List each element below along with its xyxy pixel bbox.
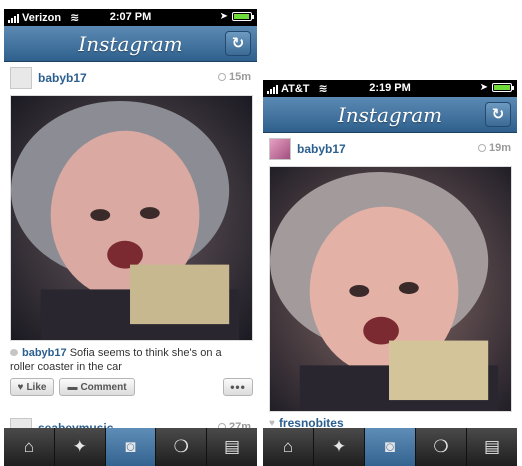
- tab-camera[interactable]: ◙: [105, 428, 157, 466]
- location-icon: ➤: [479, 82, 488, 93]
- post-photo[interactable]: [269, 166, 512, 412]
- news-icon: ❍: [173, 437, 189, 456]
- clock-icon: [217, 73, 226, 81]
- like-label: Like: [26, 381, 47, 393]
- avatar[interactable]: [10, 67, 32, 89]
- tab-bar: ⌂ ✦ ◙ ❍ ▤: [4, 428, 257, 466]
- comment-button[interactable]: ▬ Comment: [59, 378, 135, 396]
- status-right: ➤: [219, 11, 254, 22]
- profile-icon: ▤: [224, 437, 241, 456]
- post-header: babyb17 15m: [4, 63, 257, 93]
- avatar[interactable]: [269, 138, 291, 160]
- comment-icon: ▬: [67, 381, 78, 393]
- nav-bar: Instagram ↻: [4, 26, 257, 62]
- profile-icon: ▤: [483, 437, 501, 456]
- post-time: 19m: [477, 142, 511, 154]
- home-icon: ⌂: [282, 437, 294, 456]
- caption-username[interactable]: babyb17: [22, 347, 67, 359]
- post-time-text: 19m: [488, 142, 511, 154]
- next-post-time-text: 27m: [228, 421, 251, 428]
- tab-home[interactable]: ⌂: [4, 428, 55, 466]
- post-actions: ♥ Like ▬ Comment •••: [10, 378, 253, 400]
- post-caption: babyb17 Sofia seems to think she's on a …: [10, 346, 240, 374]
- status-bar: AT&T ≋ 2:19 PM ➤: [263, 80, 517, 97]
- heart-icon: ♥: [17, 381, 24, 393]
- refresh-icon: ↻: [491, 106, 505, 123]
- app-title: Instagram: [337, 103, 443, 127]
- refresh-button[interactable]: ↻: [485, 102, 511, 127]
- tab-bar: ⌂ ✦ ◙ ❍ ▤: [263, 428, 517, 466]
- battery-icon: [492, 83, 514, 92]
- tab-profile[interactable]: ▤: [467, 428, 517, 466]
- nav-bar: Instagram ↻: [263, 97, 517, 133]
- status-right: ➤: [479, 82, 514, 93]
- post-time-text: 15m: [228, 71, 251, 83]
- tab-news[interactable]: ❍: [156, 428, 208, 466]
- explore-icon: ✦: [72, 437, 87, 456]
- next-post-username[interactable]: seabeymusic: [38, 421, 113, 428]
- post-header: babyb17 19m: [263, 134, 517, 164]
- next-post-header: seabeymusic 27m: [4, 414, 257, 428]
- battery-icon: [232, 12, 254, 21]
- explore-icon: ✦: [331, 437, 347, 456]
- post-time: 15m: [217, 71, 251, 83]
- tab-explore[interactable]: ✦: [314, 428, 365, 466]
- app-title: Instagram: [78, 32, 183, 56]
- tab-profile[interactable]: ▤: [207, 428, 257, 466]
- status-bar: Verizon ≋ 2:07 PM ➤: [4, 9, 257, 26]
- tab-news[interactable]: ❍: [416, 428, 467, 466]
- comment-bubble-icon: [10, 349, 18, 356]
- location-icon: ➤: [219, 11, 228, 22]
- clock-icon: [477, 144, 486, 152]
- tab-home[interactable]: ⌂: [263, 428, 314, 466]
- home-icon: ⌂: [23, 437, 35, 456]
- camera-icon: ◙: [384, 437, 396, 456]
- news-icon: ❍: [433, 437, 449, 456]
- post-username[interactable]: babyb17: [297, 142, 346, 156]
- camera-icon: ◙: [125, 437, 136, 456]
- tab-camera[interactable]: ◙: [365, 428, 416, 466]
- more-label: •••: [230, 380, 246, 394]
- left-phone-screen: Verizon ≋ 2:07 PM ➤ Instagram ↻ babyb17 …: [4, 9, 257, 466]
- tab-explore[interactable]: ✦: [55, 428, 106, 466]
- baby-photo: [11, 96, 252, 340]
- like-button[interactable]: ♥ Like: [10, 378, 54, 396]
- refresh-icon: ↻: [231, 35, 245, 52]
- heart-icon: ♥: [269, 417, 275, 429]
- more-button[interactable]: •••: [223, 378, 253, 396]
- baby-photo: [270, 167, 511, 411]
- post-username[interactable]: babyb17: [38, 71, 87, 85]
- refresh-button[interactable]: ↻: [225, 31, 251, 56]
- right-phone-screen: AT&T ≋ 2:19 PM ➤ Instagram ↻ babyb17 19m: [263, 80, 517, 466]
- post-photo[interactable]: [10, 95, 253, 341]
- next-avatar[interactable]: [10, 418, 32, 428]
- comment-label: Comment: [80, 381, 127, 393]
- next-post-time: 27m: [217, 421, 251, 428]
